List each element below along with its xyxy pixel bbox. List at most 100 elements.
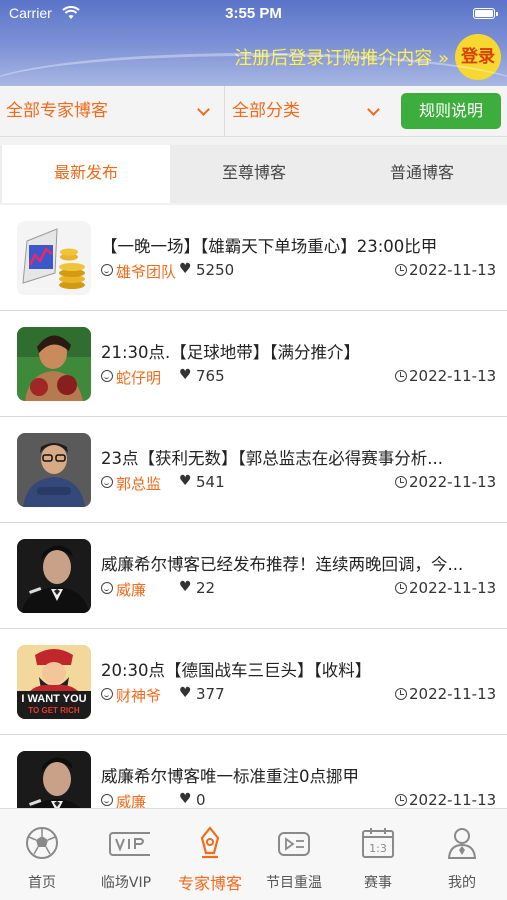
thumb-caption-bottom: TO GET RICH [28, 706, 80, 715]
status-time: 3:55 PM [225, 5, 282, 22]
list-item[interactable]: 【一晚一场】【雄霸天下单场重心】23:00比甲 雄爷团队 ♥ 5250 2022… [0, 205, 507, 311]
post-author[interactable]: 雄爷团队 [116, 261, 176, 282]
suit-man-avatar [17, 751, 91, 808]
header-banner: Carrier 3:55 PM 注册后登录订购推介内容 » 登录 [0, 0, 507, 86]
list-item[interactable]: I WANT YOU TO GET RICH 20:30点【德国战车三巨头】【收… [0, 629, 507, 735]
post-likes: 541 [196, 473, 225, 491]
rules-button[interactable]: 规则说明 [401, 93, 501, 129]
clock-icon [395, 476, 407, 488]
glasses-man-avatar [17, 433, 91, 507]
post-author[interactable]: 郭总监 [116, 473, 161, 494]
clock-icon [395, 794, 407, 806]
nav-vip[interactable]: 临场VIP [84, 809, 168, 900]
vip-icon [109, 832, 150, 856]
nav-replay[interactable]: 节目重温 [252, 809, 336, 900]
profile-icon [447, 828, 477, 859]
user-icon [101, 582, 113, 594]
list-item[interactable]: 威廉希尔博客已经发布推荐！连续两晚回调，今... 威廉 ♥ 22 2022-11… [0, 523, 507, 629]
heart-icon: ♥ [179, 473, 192, 489]
heart-icon: ♥ [179, 685, 192, 701]
post-date: 2022-11-13 [409, 685, 497, 703]
post-author[interactable]: 财神爷 [116, 685, 161, 706]
status-bar: Carrier 3:55 PM [0, 0, 507, 28]
scoreboard-icon: 1:3 [362, 828, 394, 858]
nav-label: 首页 [28, 875, 56, 891]
user-icon [101, 264, 113, 276]
user-icon [101, 370, 113, 382]
tab-supreme-blog[interactable]: 至尊博客 [170, 145, 338, 203]
post-meta: 蛇仔明 ♥ 765 2022-11-13 [101, 367, 501, 387]
post-meta: 威廉 ♥ 0 2022-11-13 [101, 791, 501, 808]
post-likes: 22 [196, 579, 216, 597]
post-likes: 765 [196, 367, 225, 385]
post-title: 威廉希尔博客已经发布推荐！连续两晚回调，今... [101, 555, 464, 574]
post-likes: 377 [196, 685, 225, 703]
post-meta: 雄爷团队 ♥ 5250 2022-11-13 [101, 261, 501, 281]
fortune-god-avatar: I WANT YOU TO GET RICH [17, 645, 91, 719]
tab-latest[interactable]: 最新发布 [2, 145, 170, 203]
nav-label: 赛事 [364, 875, 392, 891]
expert-filter-dropdown[interactable]: 全部专家博客 [0, 86, 225, 136]
category-filter-label: 全部分类 [232, 101, 300, 121]
login-button[interactable]: 登录 [455, 34, 501, 80]
post-list[interactable]: 【一晚一场】【雄霸天下单场重心】23:00比甲 雄爷团队 ♥ 5250 2022… [0, 205, 507, 808]
list-item[interactable]: 威廉希尔博客唯一标准重注0点挪甲 威廉 ♥ 0 2022-11-13 [0, 735, 507, 808]
post-title: 21:30点.【足球地带】【满分推介】 [101, 343, 361, 362]
svg-text:1:3: 1:3 [369, 842, 387, 855]
list-item[interactable]: 23点【获利无数】【郭总监志在必得赛事分析... 郭总监 ♥ 541 2022-… [0, 417, 507, 523]
battery-icon [473, 8, 498, 19]
filter-bar: 全部专家博客 全部分类 规则说明 [0, 86, 507, 137]
category-filter-dropdown[interactable]: 全部分类 [226, 86, 394, 136]
bottom-tab-bar: 首页 临场VIP 专家博客 节目重温 1:3 赛事 我的 [0, 808, 507, 900]
tab-normal-blog[interactable]: 普通博客 [338, 145, 506, 203]
nav-label: 专家博客 [177, 874, 242, 893]
post-date: 2022-11-13 [409, 367, 497, 385]
post-title: 20:30点【德国战车三巨头】【收料】 [101, 661, 372, 680]
post-meta: 威廉 ♥ 22 2022-11-13 [101, 579, 501, 599]
clock-icon [395, 370, 407, 382]
nav-label: 我的 [448, 875, 476, 891]
heart-icon: ♥ [179, 367, 192, 383]
user-icon [101, 476, 113, 488]
register-promo-link[interactable]: 注册后登录订购推介内容 » [234, 44, 449, 70]
expert-filter-label: 全部专家博客 [6, 101, 108, 121]
nav-home[interactable]: 首页 [0, 809, 84, 900]
post-meta: 郭总监 ♥ 541 2022-11-13 [101, 473, 501, 493]
post-likes: 5250 [196, 261, 235, 279]
post-meta: 财神爷 ♥ 377 2022-11-13 [101, 685, 501, 705]
expert-pen-icon [200, 826, 220, 859]
clock-icon [395, 264, 407, 276]
chevron-down-icon [367, 103, 380, 116]
replay-tv-icon [278, 832, 310, 856]
nav-profile[interactable]: 我的 [420, 809, 504, 900]
post-date: 2022-11-13 [409, 579, 497, 597]
post-likes: 0 [196, 791, 206, 808]
heart-icon: ♥ [179, 579, 192, 595]
user-icon [101, 688, 113, 700]
user-icon [101, 794, 113, 806]
post-title: 【一晚一场】【雄霸天下单场重心】23:00比甲 [101, 237, 438, 256]
post-author[interactable]: 蛇仔明 [116, 367, 161, 388]
list-item[interactable]: 21:30点.【足球地带】【满分推介】 蛇仔明 ♥ 765 2022-11-13 [0, 311, 507, 417]
clock-icon [395, 688, 407, 700]
soccer-ball-icon [26, 827, 58, 859]
nav-expert-blog[interactable]: 专家博客 [168, 809, 252, 900]
heart-icon: ♥ [179, 261, 192, 277]
nav-matches[interactable]: 1:3 赛事 [336, 809, 420, 900]
post-title: 23点【获利无数】【郭总监志在必得赛事分析... [101, 449, 443, 468]
clock-icon [395, 582, 407, 594]
boxer-avatar [17, 327, 91, 401]
nav-label: 节目重温 [266, 875, 322, 891]
post-date: 2022-11-13 [409, 791, 497, 808]
post-author[interactable]: 威廉 [116, 791, 146, 808]
blog-tabs: 最新发布 至尊博客 普通博客 [0, 145, 507, 203]
chevron-down-icon [197, 103, 210, 116]
post-date: 2022-11-13 [409, 261, 497, 279]
suit-man-avatar [17, 539, 91, 613]
post-date: 2022-11-13 [409, 473, 497, 491]
thumb-caption-top: I WANT YOU [21, 693, 87, 705]
chart-coins-icon [17, 221, 91, 295]
post-author[interactable]: 威廉 [116, 579, 146, 600]
nav-label: 临场VIP [100, 875, 152, 891]
heart-icon: ♥ [179, 791, 192, 807]
